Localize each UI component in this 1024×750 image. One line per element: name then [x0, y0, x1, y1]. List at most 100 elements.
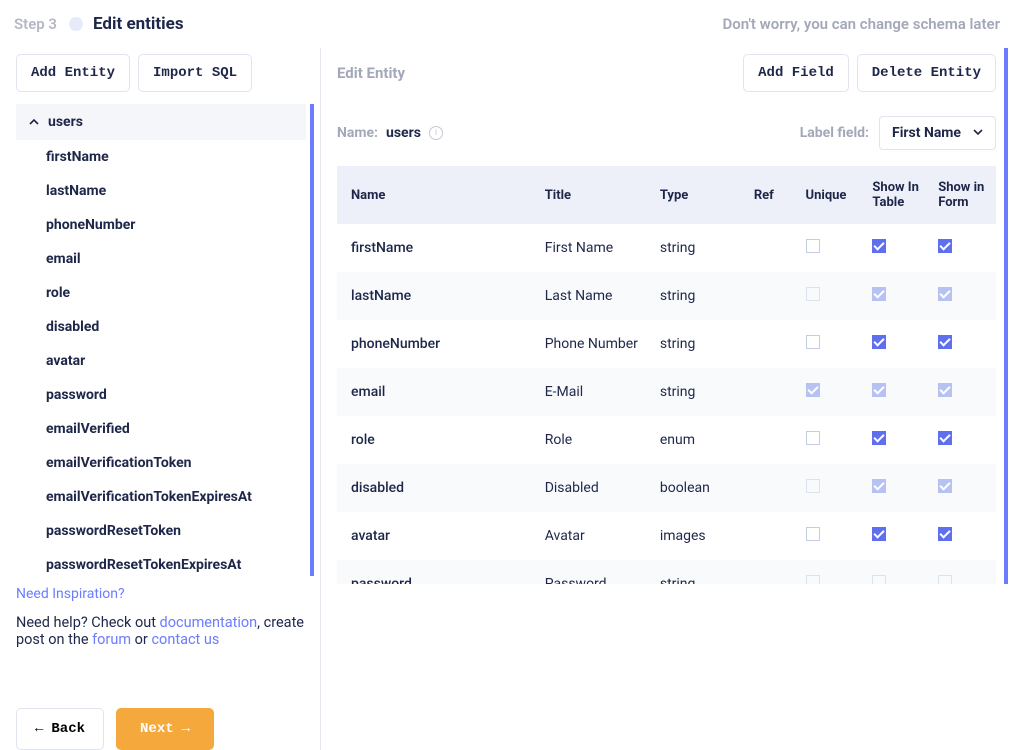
page-subtitle: Don't worry, you can change schema later: [722, 15, 1000, 33]
entity-detail-panel: Edit Entity Add Field Delete Entity Name…: [320, 48, 1008, 750]
show-in-table-checkbox[interactable]: [872, 383, 886, 397]
cell-ref: [746, 368, 798, 416]
unique-checkbox[interactable]: [806, 431, 820, 445]
add-entity-button[interactable]: Add Entity: [16, 54, 130, 92]
show-in-form-checkbox[interactable]: [938, 431, 952, 445]
field-item[interactable]: email: [16, 242, 306, 276]
cell-type: images: [652, 512, 746, 560]
documentation-link[interactable]: documentation: [160, 614, 258, 631]
fields-table: Name Title Type Ref Unique Show In Table…: [337, 166, 996, 584]
show-in-form-checkbox[interactable]: [938, 479, 952, 493]
show-in-table-checkbox[interactable]: [872, 527, 886, 541]
unique-checkbox[interactable]: [806, 239, 820, 253]
col-unique: Unique: [798, 166, 865, 224]
col-ref: Ref: [746, 166, 798, 224]
show-in-form-checkbox[interactable]: [938, 575, 952, 584]
info-icon[interactable]: i: [429, 126, 443, 140]
show-in-table-checkbox[interactable]: [872, 431, 886, 445]
field-item[interactable]: emailVerificationToken: [16, 446, 306, 480]
unique-checkbox[interactable]: [806, 479, 820, 493]
next-button[interactable]: Next →: [116, 708, 214, 750]
table-row[interactable]: roleRoleenum: [337, 416, 996, 464]
col-show-in-table: Show In Table: [864, 166, 930, 224]
field-item[interactable]: lastName: [16, 174, 306, 208]
col-name: Name: [337, 166, 537, 224]
show-in-form-checkbox[interactable]: [938, 383, 952, 397]
table-row[interactable]: emailE-Mailstring: [337, 368, 996, 416]
cell-ref: [746, 512, 798, 560]
cell-name: firstName: [337, 224, 537, 272]
col-show-in-form: Show in Form: [930, 166, 996, 224]
page-title: Edit entities: [93, 14, 184, 34]
import-sql-button[interactable]: Import SQL: [138, 54, 252, 92]
field-item[interactable]: firstName: [16, 140, 306, 174]
cell-title: Avatar: [537, 512, 652, 560]
cell-type: string: [652, 560, 746, 584]
cell-type: string: [652, 320, 746, 368]
table-row[interactable]: firstNameFirst Namestring: [337, 224, 996, 272]
show-in-form-checkbox[interactable]: [938, 527, 952, 541]
cell-type: string: [652, 224, 746, 272]
cell-name: avatar: [337, 512, 537, 560]
delete-entity-button[interactable]: Delete Entity: [857, 54, 996, 92]
show-in-table-checkbox[interactable]: [872, 335, 886, 349]
forum-link[interactable]: forum: [92, 631, 131, 648]
field-item[interactable]: password: [16, 378, 306, 412]
unique-checkbox[interactable]: [806, 527, 820, 541]
unique-checkbox[interactable]: [806, 287, 820, 301]
label-field-label: Label field:: [800, 125, 869, 141]
unique-checkbox[interactable]: [806, 335, 820, 349]
entity-name: users: [48, 114, 83, 130]
cell-ref: [746, 416, 798, 464]
name-value: users: [386, 125, 421, 141]
col-title: Title: [537, 166, 652, 224]
table-row[interactable]: phoneNumberPhone Numberstring: [337, 320, 996, 368]
edit-entity-heading: Edit Entity: [337, 64, 405, 82]
show-in-table-checkbox[interactable]: [872, 287, 886, 301]
cell-type: boolean: [652, 464, 746, 512]
arrow-right-icon: →: [182, 721, 190, 737]
chevron-up-icon: [28, 116, 40, 128]
field-item[interactable]: emailVerificationTokenExpiresAt: [16, 480, 306, 514]
cell-title: E-Mail: [537, 368, 652, 416]
field-item[interactable]: disabled: [16, 310, 306, 344]
cell-ref: [746, 320, 798, 368]
field-item[interactable]: passwordResetTokenExpiresAt: [16, 548, 306, 576]
entity-tree: users firstNamelastNamephoneNumberemailr…: [16, 104, 314, 576]
contact-link[interactable]: contact us: [151, 631, 219, 648]
show-in-form-checkbox[interactable]: [938, 335, 952, 349]
cell-title: Phone Number: [537, 320, 652, 368]
need-inspiration-link[interactable]: Need Inspiration?: [16, 576, 314, 602]
back-button[interactable]: ← Back: [16, 708, 104, 750]
field-item[interactable]: avatar: [16, 344, 306, 378]
show-in-form-checkbox[interactable]: [938, 239, 952, 253]
table-row[interactable]: disabledDisabledboolean: [337, 464, 996, 512]
table-row[interactable]: passwordPasswordstring: [337, 560, 996, 584]
add-field-button[interactable]: Add Field: [743, 54, 849, 92]
table-row[interactable]: avatarAvatarimages: [337, 512, 996, 560]
field-item[interactable]: emailVerified: [16, 412, 306, 446]
cell-name: disabled: [337, 464, 537, 512]
cell-ref: [746, 272, 798, 320]
entity-toggle-users[interactable]: users: [16, 104, 306, 140]
show-in-table-checkbox[interactable]: [872, 479, 886, 493]
cell-name: lastName: [337, 272, 537, 320]
unique-checkbox[interactable]: [806, 575, 820, 584]
col-type: Type: [652, 166, 746, 224]
help-text: Need help? Check out documentation, crea…: [16, 602, 314, 648]
table-row[interactable]: lastNameLast Namestring: [337, 272, 996, 320]
arrow-left-icon: ←: [35, 721, 43, 737]
name-label: Name:: [337, 125, 378, 141]
field-item[interactable]: passwordResetToken: [16, 514, 306, 548]
label-field-select[interactable]: First Name: [879, 116, 996, 150]
field-item[interactable]: role: [16, 276, 306, 310]
show-in-table-checkbox[interactable]: [872, 575, 886, 584]
cell-ref: [746, 464, 798, 512]
field-item[interactable]: phoneNumber: [16, 208, 306, 242]
cell-title: Role: [537, 416, 652, 464]
cell-title: Last Name: [537, 272, 652, 320]
show-in-form-checkbox[interactable]: [938, 287, 952, 301]
show-in-table-checkbox[interactable]: [872, 239, 886, 253]
unique-checkbox[interactable]: [806, 383, 820, 397]
entity-sidebar: Add Entity Import SQL users firstNamelas…: [16, 48, 314, 750]
